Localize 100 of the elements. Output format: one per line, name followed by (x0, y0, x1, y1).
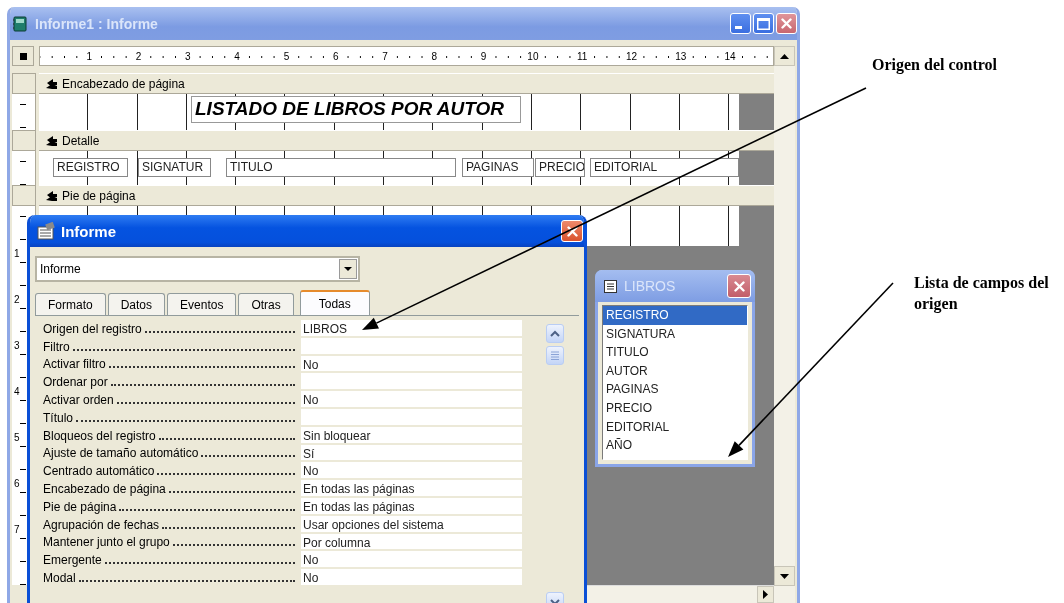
property-value-field[interactable]: No (301, 569, 522, 587)
right-arrow-icon (763, 590, 768, 599)
ruler-number: 6 (13, 477, 21, 491)
scroll-right-button[interactable] (757, 586, 774, 603)
property-name: Mantener junto el grupo (43, 535, 170, 550)
report-icon (13, 15, 27, 32)
property-name: Ordenar por (43, 375, 108, 390)
property-name: Activar filtro (43, 357, 106, 372)
maximize-icon (757, 17, 770, 30)
field-textbox[interactable]: REGISTRO (53, 158, 128, 177)
field-item[interactable]: EDITORIAL (603, 417, 747, 437)
ruler-number: 8 (430, 50, 439, 62)
property-name: Modal (43, 570, 76, 585)
section-icon (45, 77, 58, 90)
property-value-field[interactable]: LIBROS (301, 320, 522, 338)
ruler-number: 1 (85, 50, 93, 62)
object-selector[interactable]: Informe (35, 256, 360, 282)
field-item[interactable]: TITULO (603, 343, 747, 362)
ruler-number: 12 (624, 50, 639, 62)
minimize-button[interactable] (730, 13, 751, 34)
ruler-number: 10 (526, 50, 540, 62)
section-title: Detalle (62, 133, 100, 148)
property-value-field[interactable]: No (301, 551, 522, 570)
ruler-number: 5 (13, 431, 21, 445)
field-textbox[interactable]: SIGNATUR (138, 158, 211, 177)
property-name: Encabezado de página (43, 481, 166, 496)
property-tab[interactable]: Otras (238, 293, 294, 315)
minimize-icon (735, 26, 742, 29)
field-item[interactable]: AÑO (603, 436, 747, 455)
section-bar[interactable]: Pie de página (39, 185, 774, 206)
field-item[interactable]: PAGINAS (603, 380, 747, 399)
ruler-number: 3 (13, 339, 21, 353)
maximize-button[interactable] (753, 13, 774, 34)
section-bar[interactable]: Encabezado de página (39, 73, 774, 94)
property-name: Origen del registro (43, 321, 142, 336)
property-tab[interactable]: Datos (107, 293, 166, 315)
ruler-number: 13 (674, 50, 688, 62)
ruler-number: 11 (576, 50, 589, 62)
section-title: Encabezado de página (62, 76, 185, 91)
ruler-number: 4 (233, 50, 241, 62)
ruler-strip (12, 94, 36, 130)
close-button[interactable] (561, 220, 583, 242)
scroll-up-button[interactable] (774, 46, 795, 66)
select-report-button[interactable] (12, 46, 34, 66)
report-title-label[interactable]: LISTADO DE LIBROS POR AUTOR (191, 96, 521, 123)
ruler-number: 9 (479, 50, 488, 62)
property-name: Filtro (43, 339, 70, 354)
ruler-number: 6 (331, 50, 340, 62)
property-name: Emergente (43, 553, 102, 568)
property-tab[interactable]: Eventos (167, 293, 237, 315)
ruler-number: 7 (13, 523, 21, 537)
window-title: Informe1 : Informe (35, 15, 159, 32)
down-arrow-icon (780, 573, 789, 579)
section-bar[interactable]: Detalle (39, 130, 774, 151)
section-icon (45, 189, 58, 202)
property-value-field[interactable] (301, 373, 522, 392)
property-name: Ajuste de tamaño automático (43, 446, 199, 461)
property-name: Título (43, 410, 73, 425)
ruler-number: 7 (381, 50, 389, 62)
up-arrow-icon (780, 53, 789, 59)
square-icon (19, 52, 27, 60)
ruler-strip (12, 151, 36, 185)
section-icon (45, 134, 58, 147)
properties-icon (37, 222, 55, 240)
property-name: Agrupación de fechas (43, 517, 160, 532)
field-item[interactable]: PRECIO (603, 398, 747, 418)
vertical-scrollbar[interactable] (774, 46, 795, 603)
grip-icon (550, 350, 560, 361)
ruler-number: 2 (134, 50, 143, 62)
property-name: Centrado automático (43, 464, 155, 479)
property-value-field[interactable]: En todas las páginas (301, 480, 522, 498)
ruler-number: 2 (13, 293, 21, 307)
property-value-field[interactable]: No (301, 391, 522, 409)
property-tab[interactable]: Todas (299, 290, 370, 315)
field-textbox[interactable]: PRECIO (535, 158, 585, 177)
property-name: Pie de página (43, 499, 117, 514)
field-textbox[interactable]: PAGINAS (462, 158, 534, 177)
property-value-field[interactable]: No (301, 462, 522, 481)
scroll-down-button[interactable] (774, 566, 795, 586)
close-icon (566, 225, 578, 237)
ruler-number: 14 (723, 50, 737, 62)
annotation-text: Origen del control (872, 55, 999, 75)
field-textbox[interactable]: EDITORIAL (590, 158, 739, 177)
ruler-number: 1 (13, 247, 21, 261)
property-name: Activar orden (43, 393, 114, 407)
field-item[interactable]: AUTOR (603, 361, 747, 381)
field-item[interactable]: SIGNATURA (603, 324, 747, 344)
field-textbox[interactable]: TITULO (226, 158, 456, 177)
property-name: Bloqueos del registro (43, 428, 156, 443)
dialog-title: Informe (61, 222, 117, 240)
window-title: LIBROS (624, 278, 677, 294)
ruler-number: 4 (13, 385, 21, 399)
ruler-number: 5 (282, 50, 291, 62)
section-title: Pie de página (62, 188, 136, 203)
field-item[interactable]: REGISTRO (603, 306, 747, 325)
property-tab[interactable]: Formato (35, 293, 106, 315)
caret-icon (344, 267, 352, 271)
annotation-text: Lista de campos del origen (914, 273, 1049, 314)
scroll-thumb[interactable] (546, 346, 564, 365)
ruler-number: 3 (184, 50, 192, 62)
